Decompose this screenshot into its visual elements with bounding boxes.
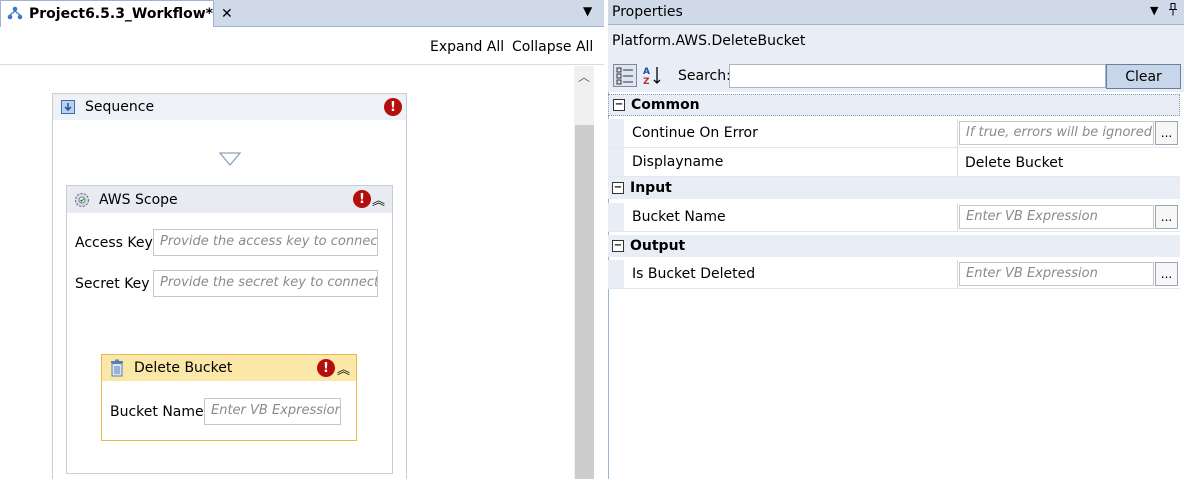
expand-all-link[interactable]: Expand All xyxy=(430,39,504,55)
row-gutter xyxy=(608,119,624,147)
trash-icon xyxy=(108,359,126,377)
properties-object-name: Platform.AWS.DeleteBucket xyxy=(612,33,806,49)
is-bucket-deleted-input[interactable]: Enter VB Expression xyxy=(959,262,1154,286)
bucket-name-property-input[interactable]: Enter VB Expression xyxy=(959,205,1154,229)
secret-key-label: Secret Key xyxy=(75,276,150,292)
aws-scope-title: AWS Scope xyxy=(99,191,178,208)
clear-button[interactable]: Clear xyxy=(1106,64,1181,89)
ellipsis-button[interactable]: ... xyxy=(1155,262,1178,286)
delete-bucket-title: Delete Bucket xyxy=(134,360,233,376)
close-icon[interactable]: ✕ xyxy=(221,6,233,22)
sequence-header[interactable]: Sequence xyxy=(53,94,406,120)
scroll-up-icon[interactable]: ︿ xyxy=(578,68,590,85)
collapse-toggle-icon[interactable]: − xyxy=(612,240,624,252)
svg-text:A: A xyxy=(643,67,650,77)
tab-dropdown-icon[interactable]: ▼ xyxy=(583,4,592,18)
property-label: Displayname xyxy=(632,154,724,170)
displayname-input[interactable]: Delete Bucket xyxy=(959,152,1154,176)
ellipsis-button[interactable]: ... xyxy=(1155,205,1178,229)
tab-title: Project6.5.3_Workflow* xyxy=(29,6,213,22)
sort-alphabetical-button[interactable]: A Z xyxy=(640,64,664,87)
property-label: Is Bucket Deleted xyxy=(632,266,756,282)
search-input[interactable] xyxy=(729,64,1106,88)
sequence-icon xyxy=(59,98,77,116)
row-gutter xyxy=(608,203,624,231)
column-divider[interactable] xyxy=(957,119,958,147)
property-row-continue-on-error[interactable]: Continue On Error If true, errors will b… xyxy=(608,119,1180,148)
property-label: Continue On Error xyxy=(632,125,758,141)
access-key-input[interactable]: Provide the access key to connect xyxy=(153,229,378,256)
property-row-is-bucket-deleted[interactable]: Is Bucket Deleted Enter VB Expression ..… xyxy=(608,260,1180,289)
chevron-down-icon[interactable]: ▼ xyxy=(1150,4,1158,17)
bucket-name-input[interactable]: Enter VB Expression xyxy=(204,398,341,425)
continue-on-error-input[interactable]: If true, errors will be ignored xyxy=(959,121,1154,145)
category-label: Common xyxy=(631,97,700,113)
category-input[interactable]: − Input xyxy=(608,177,1180,199)
ellipsis-button[interactable]: ... xyxy=(1155,121,1178,145)
collapse-icon[interactable]: ︽ xyxy=(337,359,350,378)
property-label: Bucket Name xyxy=(632,209,726,225)
column-divider[interactable] xyxy=(957,260,958,288)
error-icon: ! xyxy=(353,190,371,208)
collapse-toggle-icon[interactable]: − xyxy=(612,182,624,194)
pin-icon[interactable] xyxy=(1168,3,1178,20)
sequence-title: Sequence xyxy=(85,99,155,115)
properties-titlebar xyxy=(608,0,1184,25)
tab-workflow[interactable]: Project6.5.3_Workflow* ✕ xyxy=(0,0,233,27)
search-label: Search: xyxy=(678,68,731,84)
property-row-displayname[interactable]: Displayname Delete Bucket xyxy=(608,148,1180,177)
aws-scope-header[interactable]: AWS Scope xyxy=(67,186,392,213)
column-divider[interactable] xyxy=(957,203,958,231)
drop-target-icon[interactable] xyxy=(218,152,242,170)
categorized-view-button[interactable] xyxy=(613,64,637,87)
category-label: Output xyxy=(630,238,686,254)
collapse-icon[interactable]: ︽ xyxy=(372,190,385,209)
bucket-name-label: Bucket Name xyxy=(110,404,204,420)
column-divider[interactable] xyxy=(957,148,958,176)
access-key-label: Access Key xyxy=(75,235,153,251)
scrollbar-thumb[interactable] xyxy=(575,125,594,479)
error-icon: ! xyxy=(317,359,335,377)
svg-text:Z: Z xyxy=(643,77,650,87)
category-output[interactable]: − Output xyxy=(608,235,1180,257)
property-row-bucket-name[interactable]: Bucket Name Enter VB Expression ... xyxy=(608,203,1180,232)
workflow-icon xyxy=(7,5,23,23)
row-gutter xyxy=(608,148,624,176)
category-label: Input xyxy=(630,180,672,196)
category-common[interactable]: − Common xyxy=(608,94,1180,116)
secret-key-input[interactable]: Provide the secret key to connect xyxy=(153,270,378,297)
error-icon: ! xyxy=(384,98,402,116)
collapse-toggle-icon[interactable]: − xyxy=(613,99,625,111)
row-gutter xyxy=(608,260,624,288)
collapse-all-link[interactable]: Collapse All xyxy=(512,39,593,55)
properties-title: Properties xyxy=(612,4,683,20)
gear-icon xyxy=(73,191,91,209)
